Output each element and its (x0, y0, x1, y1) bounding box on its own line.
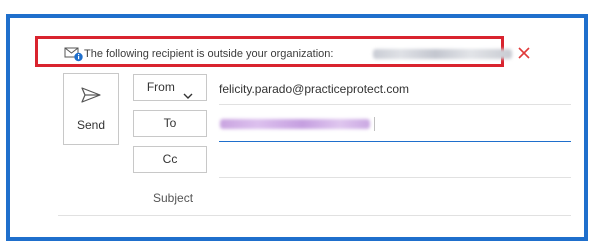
cc-field[interactable] (219, 146, 571, 178)
subject-label: Subject (153, 191, 194, 205)
to-button[interactable]: To (133, 110, 207, 137)
subject-field[interactable] (58, 182, 571, 216)
text-cursor (374, 117, 375, 131)
cc-label: Cc (162, 152, 178, 166)
from-label: From (146, 80, 175, 94)
mailtip-message: The following recipient is outside your … (84, 48, 334, 60)
send-button[interactable]: Send (63, 73, 119, 145)
redacted-to-recipient (220, 119, 370, 129)
send-icon (80, 86, 102, 104)
redacted-external-address (373, 49, 512, 59)
from-address: felicity.parado@practiceprotect.com (219, 82, 410, 96)
mailtip-envelope-info-icon (64, 46, 84, 62)
close-icon[interactable] (516, 45, 532, 61)
to-label: To (163, 116, 177, 130)
chevron-down-icon (183, 84, 193, 99)
cc-button[interactable]: Cc (133, 146, 207, 173)
from-button[interactable]: From (133, 74, 207, 101)
send-label: Send (76, 118, 106, 132)
external-recipient-mailtip: The following recipient is outside your … (35, 36, 530, 67)
divider (219, 104, 571, 105)
